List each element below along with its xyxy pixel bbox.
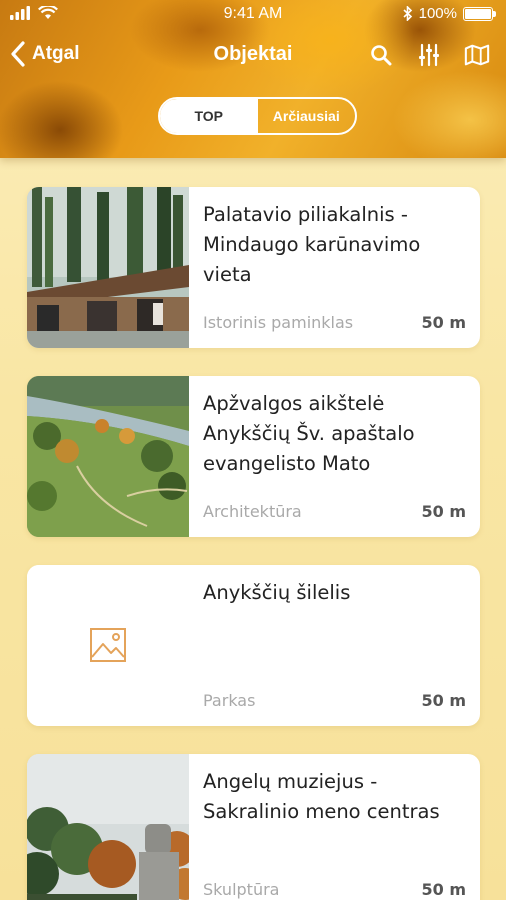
- item-thumbnail: [27, 376, 189, 537]
- map-icon: [464, 44, 490, 66]
- filter-button[interactable]: [416, 42, 442, 68]
- battery-icon: [463, 6, 493, 21]
- back-label: Atgal: [32, 43, 80, 64]
- list-item[interactable]: Angelų muziejus - Sakralinio meno centra…: [27, 754, 480, 900]
- item-thumbnail: [27, 187, 189, 348]
- item-distance: 50 m: [421, 691, 466, 710]
- chevron-left-icon: [11, 41, 25, 67]
- status-right: 100%: [403, 5, 496, 22]
- header-background: 9:41 AM 100% Atgal Objektai TOP Arčiausi…: [0, 0, 506, 158]
- search-icon: [371, 45, 392, 66]
- item-title: Palatavio piliakalnis - Mindaugo karūnav…: [203, 203, 421, 286]
- battery-percent: 100%: [418, 5, 457, 22]
- list-item[interactable]: Anykščių šilelis Parkas 50 m: [27, 565, 480, 726]
- list-item[interactable]: Palatavio piliakalnis - Mindaugo karūnav…: [27, 187, 480, 348]
- nav-actions: [368, 42, 490, 68]
- back-button[interactable]: Atgal: [10, 40, 80, 68]
- segment-nearest[interactable]: Arčiausiai: [258, 99, 356, 133]
- item-distance: 50 m: [421, 313, 466, 332]
- item-distance: 50 m: [421, 880, 466, 899]
- item-thumbnail: [27, 754, 189, 900]
- item-thumbnail-placeholder: [27, 565, 189, 726]
- nav-bar: Atgal Objektai: [0, 38, 506, 78]
- bluetooth-icon: [403, 6, 412, 21]
- item-category: Architektūra: [203, 502, 302, 521]
- image-placeholder-icon: [90, 628, 126, 662]
- item-category: Istorinis paminklas: [203, 313, 354, 332]
- search-button[interactable]: [368, 42, 394, 68]
- segment-top[interactable]: TOP: [160, 99, 258, 133]
- sort-segmented-control: TOP Arčiausiai: [158, 97, 357, 135]
- sliders-icon: [419, 43, 439, 67]
- list-item[interactable]: Apžvalgos aikštelė Anykščių Šv. apaštalo…: [27, 376, 480, 537]
- item-distance: 50 m: [421, 502, 466, 521]
- item-title: Angelų muziejus - Sakralinio meno centra…: [203, 770, 440, 823]
- item-title: Apžvalgos aikštelė Anykščių Šv. apaštalo…: [203, 392, 415, 475]
- item-category: Skulptūra: [203, 880, 280, 899]
- map-button[interactable]: [464, 42, 490, 68]
- status-bar: 9:41 AM 100%: [0, 0, 506, 28]
- item-category: Parkas: [203, 691, 256, 710]
- item-title: Anykščių šilelis: [203, 581, 351, 604]
